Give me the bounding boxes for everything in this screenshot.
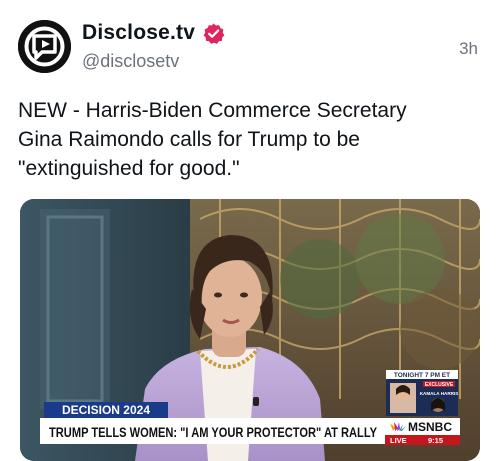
author-handle[interactable]: @disclosetv <box>82 51 179 72</box>
post-text-line: NEW - Harris-Biden Commerce Secretary <box>18 99 407 122</box>
network-name: MSNBC <box>408 420 452 434</box>
decision-label: DECISION 2024 <box>62 403 150 417</box>
promo-time: TONIGHT 7 PM ET <box>394 372 450 379</box>
post-text: NEW - Harris-Biden Commerce Secretary Gi… <box>18 96 478 183</box>
post-text-line: Gina Raimondo calls for Trump to be <box>18 128 360 151</box>
news-broadcast-still: TONIGHT 7 PM ET EXCLUSIVE KAMALA HARRIS … <box>20 199 480 461</box>
author-name-row: Disclose.tv <box>82 21 225 45</box>
promo-exclusive: EXCLUSIVE <box>425 382 454 388</box>
live-label: LIVE <box>390 436 407 445</box>
promo-box: TONIGHT 7 PM ET EXCLUSIVE KAMALA HARRIS <box>386 370 458 416</box>
verified-badge-icon <box>202 22 225 45</box>
lower-third-headline: TRUMP TELLS WOMEN: "I AM YOUR PROTECTOR"… <box>49 425 377 440</box>
author-display-name[interactable]: Disclose.tv <box>82 21 195 45</box>
post-timestamp[interactable]: 3h <box>459 39 478 59</box>
live-time: 9:15 <box>428 436 443 445</box>
post-media-image[interactable]: TONIGHT 7 PM ET EXCLUSIVE KAMALA HARRIS … <box>20 199 480 461</box>
promo-title: KAMALA HARRIS <box>420 391 459 396</box>
post-text-line: "extinguished for good." <box>18 157 240 180</box>
disclose-logo-icon <box>18 20 71 73</box>
author-avatar[interactable] <box>18 20 71 73</box>
